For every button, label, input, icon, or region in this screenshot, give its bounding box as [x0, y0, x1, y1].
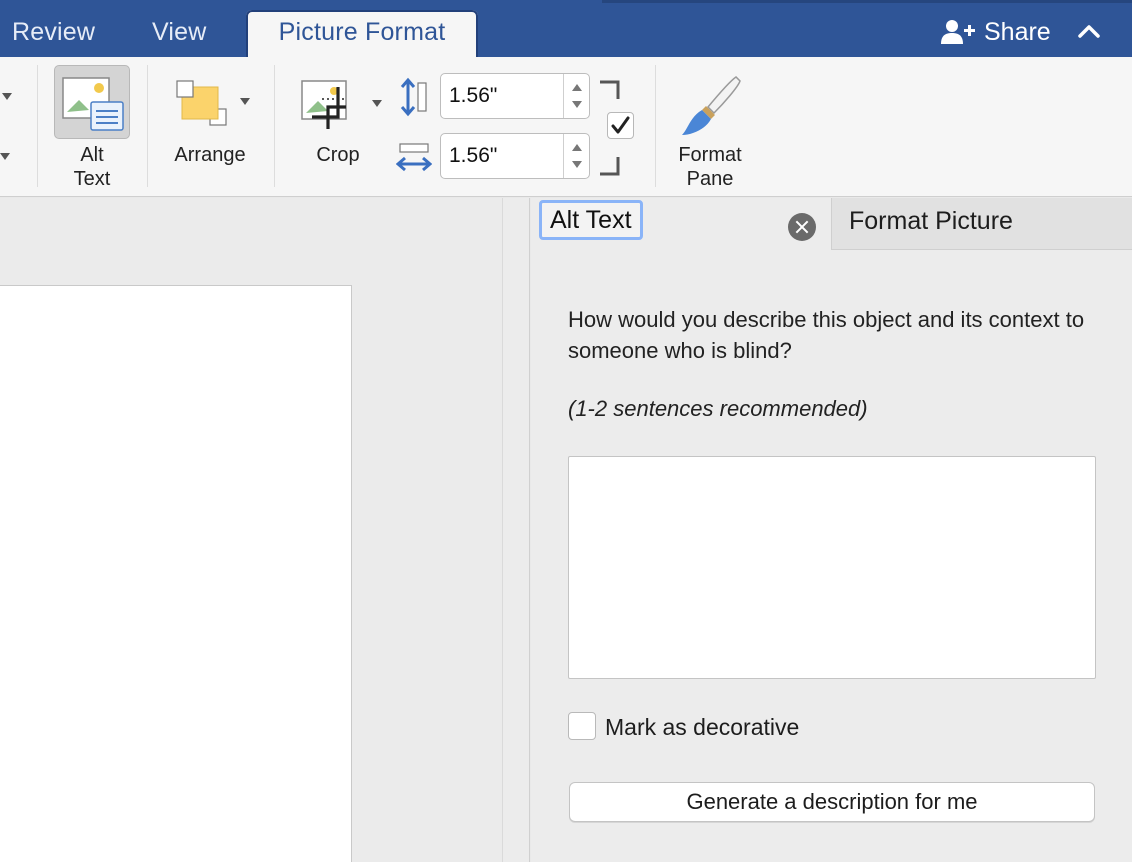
chevron-down-icon[interactable] [2, 93, 12, 100]
increment-arrow-icon[interactable] [572, 84, 582, 91]
share-button[interactable]: Share [940, 14, 1051, 50]
document-canvas[interactable] [0, 198, 530, 862]
chevron-up-icon [1078, 25, 1100, 38]
width-stepper[interactable] [440, 133, 590, 179]
crop-icon [301, 80, 347, 129]
alt-text-label-line1: Alt [80, 144, 104, 166]
alt-text-description-input[interactable] [568, 456, 1096, 679]
ribbon-tab-bar: Review View Picture Format Share [0, 0, 1132, 57]
lock-aspect-checkbox[interactable] [607, 112, 634, 139]
alt-text-icon [62, 77, 124, 131]
person-add-icon [941, 20, 975, 44]
share-label: Share [984, 17, 1051, 46]
increment-arrow-icon[interactable] [572, 144, 582, 151]
tab-picture-format[interactable]: Picture Format [246, 10, 478, 57]
ribbon-toolbar: Alt Text Arrange Crop 1.56" 1.56" Format… [0, 57, 1132, 197]
decrement-arrow-icon[interactable] [572, 101, 582, 108]
width-input[interactable] [449, 142, 559, 170]
height-arrow-icon [400, 77, 427, 117]
mark-decorative-label[interactable]: Mark as decorative [605, 712, 799, 742]
stepper-divider [563, 74, 564, 118]
crop-button[interactable]: Crop [294, 65, 386, 177]
chevron-down-icon[interactable] [0, 153, 10, 160]
tab-review[interactable]: Review [12, 14, 95, 50]
width-arrow-icon [396, 143, 432, 172]
tab-view[interactable]: View [152, 14, 207, 50]
alt-text-label: Alt Text [54, 143, 130, 191]
height-input[interactable] [449, 82, 559, 110]
close-icon[interactable] [788, 213, 816, 241]
alt-text-prompt: How would you describe this object and i… [568, 307, 1085, 363]
alt-text-label-line2: Text [73, 168, 111, 190]
pane-tab-alt-text[interactable]: Alt Text [531, 198, 831, 252]
arrange-label: Arrange [174, 144, 246, 166]
alt-text-hint: (1-2 sentences recommended) [568, 396, 868, 421]
pane-splitter[interactable] [502, 198, 530, 862]
generate-description-button[interactable]: Generate a description for me [569, 782, 1095, 822]
paintbrush-icon [682, 76, 741, 135]
pane-tab-alt-text-label: Alt Text [539, 200, 643, 240]
format-pane-button[interactable]: Format Pane [668, 65, 752, 190]
pane-tab-format-picture[interactable]: Format Picture [831, 198, 1132, 250]
stepper-divider [563, 134, 564, 178]
document-page[interactable] [0, 285, 352, 862]
chevron-down-icon [240, 98, 250, 105]
arrange-icon [176, 80, 227, 126]
format-pane-label: Format Pane [668, 143, 752, 191]
ribbon-divider [274, 65, 275, 187]
format-pane-label-line2: Pane [686, 168, 734, 190]
ribbon-divider [37, 65, 38, 187]
height-stepper[interactable] [440, 73, 590, 119]
crop-label: Crop [316, 144, 360, 166]
format-pane-label-line1: Format [678, 144, 742, 166]
collapse-ribbon-button[interactable] [1074, 16, 1104, 46]
chevron-down-icon [372, 100, 382, 107]
checkmark-icon [611, 116, 630, 134]
arrange-button[interactable]: Arrange [160, 65, 260, 177]
mark-decorative-checkbox[interactable] [568, 712, 596, 740]
ribbon-divider [655, 65, 656, 187]
decrement-arrow-icon[interactable] [572, 161, 582, 168]
ribbon-divider [147, 65, 148, 187]
alt-text-button[interactable] [54, 65, 130, 139]
alt-text-pane: Alt Text Format Picture How would you de… [531, 198, 1132, 862]
